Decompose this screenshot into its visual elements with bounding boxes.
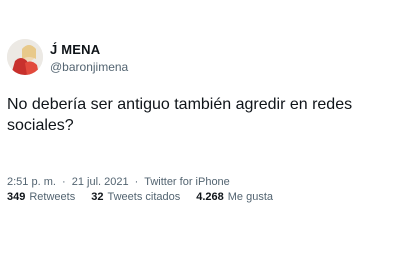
quote-tweets-label: Tweets citados <box>107 191 181 203</box>
display-name[interactable]: J́ MENA <box>50 42 100 57</box>
likes-count: 4.268 <box>196 191 224 203</box>
tweet-text: No debería ser antiguo también agredir e… <box>7 96 353 134</box>
avatar-image <box>7 39 43 75</box>
tweet-source[interactable]: Twitter for iPhone <box>144 176 230 188</box>
meta-separator: · <box>134 176 139 188</box>
likes-stat[interactable]: 4.268 Me gusta <box>196 190 273 204</box>
avatar[interactable] <box>7 39 43 75</box>
username-handle[interactable]: @baronjimena <box>50 60 128 74</box>
quote-tweets-stat[interactable]: 32 Tweets citados <box>91 190 180 204</box>
retweets-label: Retweets <box>29 191 76 203</box>
retweets-stat[interactable]: 349 Retweets <box>7 190 75 204</box>
tweet-meta: 2:51 p. m. · 21 jul. 2021 · Twitter for … <box>7 175 230 189</box>
likes-label: Me gusta <box>227 191 274 203</box>
tweet-card: J́ MENA @baronjimena No debería ser anti… <box>0 0 420 280</box>
meta-separator: · <box>61 176 66 188</box>
tweet-date[interactable]: 21 jul. 2021 <box>72 176 129 188</box>
tweet-stats: 349 Retweets 32 Tweets citados 4.268 Me … <box>7 190 289 204</box>
retweets-count: 349 <box>7 191 26 203</box>
tweet-time[interactable]: 2:51 p. m. <box>7 176 56 188</box>
quote-tweets-count: 32 <box>91 191 104 203</box>
